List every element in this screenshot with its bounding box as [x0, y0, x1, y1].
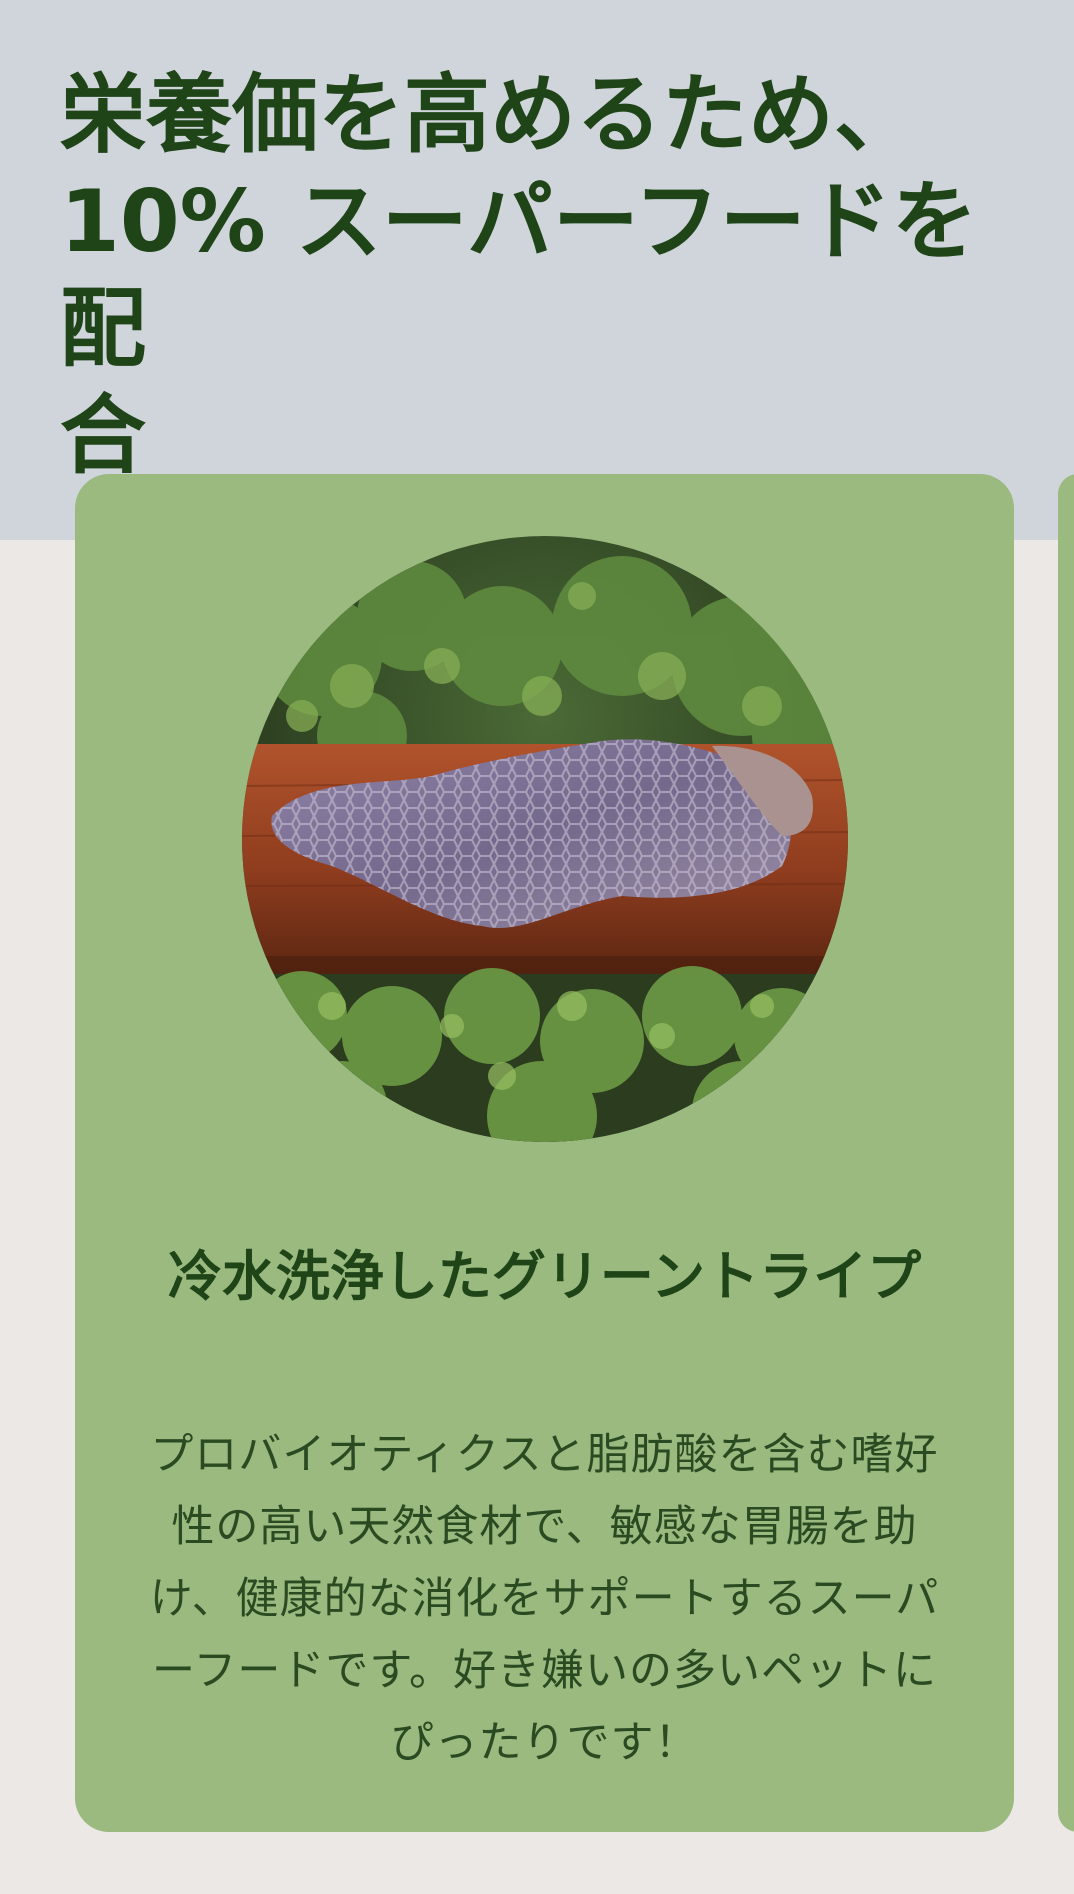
green-tripe-image	[242, 536, 848, 1142]
section-title: 栄養価を高めるため、 10% スーパーフードを配 合	[60, 65, 978, 486]
next-card-peek[interactable]	[1058, 474, 1074, 1832]
card-description: プロバイオティクスと脂肪酸を含む嗜好性の高い天然食材で、敏感な胃腸を助け、健康的…	[149, 1430, 940, 1768]
card-title: 冷水洗浄したグリーントライプ	[167, 1245, 922, 1308]
superfood-card: 冷水洗浄したグリーントライプ プロバイオティクスと脂肪酸を含む嗜好性の高い天然食…	[75, 474, 1014, 1832]
